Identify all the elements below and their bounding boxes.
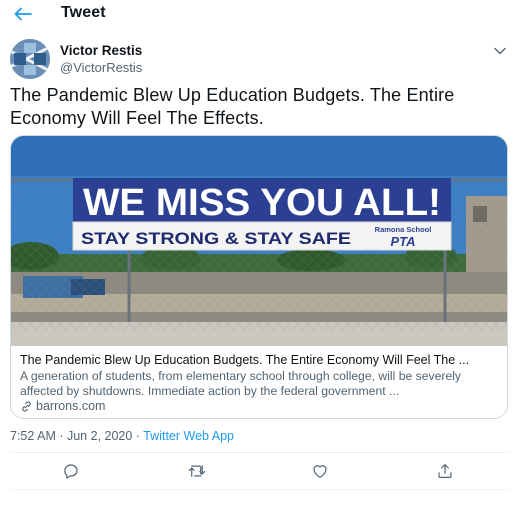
card-domain-label: barrons.com xyxy=(36,399,106,413)
tweet-author: Victor Restis @VictorRestis xyxy=(10,39,508,79)
arrow-left-icon xyxy=(14,7,32,21)
banner-sub-text: STAY STRONG & STAY SAFE xyxy=(81,229,351,248)
reply-button[interactable] xyxy=(59,459,83,483)
banner-school-text: Ramona School xyxy=(375,225,432,234)
retweet-icon xyxy=(188,465,206,477)
link-icon xyxy=(22,400,31,412)
like-button[interactable] xyxy=(308,459,332,483)
divider xyxy=(10,489,508,490)
back-button[interactable] xyxy=(12,4,34,24)
tweet-time[interactable]: 7:52 AM xyxy=(10,429,56,443)
like-icon xyxy=(313,465,327,478)
tweet-text: The Pandemic Blew Up Education Budgets. … xyxy=(10,85,455,128)
share-button[interactable] xyxy=(433,459,457,483)
banner-org-text: PTA xyxy=(390,234,415,249)
retweet-button[interactable] xyxy=(185,459,209,483)
chevron-down-icon xyxy=(494,47,506,55)
author-name[interactable]: Victor Restis xyxy=(60,43,142,58)
meta-separator: · xyxy=(55,429,67,443)
share-icon xyxy=(438,464,452,478)
reply-icon xyxy=(64,464,78,479)
card-description: A generation of students, from elementar… xyxy=(20,369,462,398)
avatar[interactable] xyxy=(10,39,50,79)
author-handle[interactable]: @VictorRestis xyxy=(60,60,142,75)
tweet-date[interactable]: Jun 2, 2020 xyxy=(67,429,132,443)
banner-main-text: WE MISS YOU ALL! xyxy=(83,182,441,224)
card-image: WE MISS YOU ALL! STAY STRONG & STAY SAFE… xyxy=(11,136,507,346)
more-options-button[interactable] xyxy=(492,43,508,59)
card-domain: barrons.com xyxy=(20,399,105,413)
tweet-source[interactable]: Twitter Web App xyxy=(143,429,234,443)
link-card[interactable]: WE MISS YOU ALL! STAY STRONG & STAY SAFE… xyxy=(10,135,508,419)
tweet-meta: 7:52 AM · Jun 2, 2020 · Twitter Web App xyxy=(10,429,234,443)
avatar-image xyxy=(10,39,50,79)
page-title: Tweet xyxy=(61,4,106,21)
meta-separator: · xyxy=(132,429,144,443)
divider xyxy=(10,452,508,453)
top-bar: Tweet xyxy=(0,0,518,30)
card-title: The Pandemic Blew Up Education Budgets. … xyxy=(20,353,470,367)
tweet-actions xyxy=(0,459,518,483)
